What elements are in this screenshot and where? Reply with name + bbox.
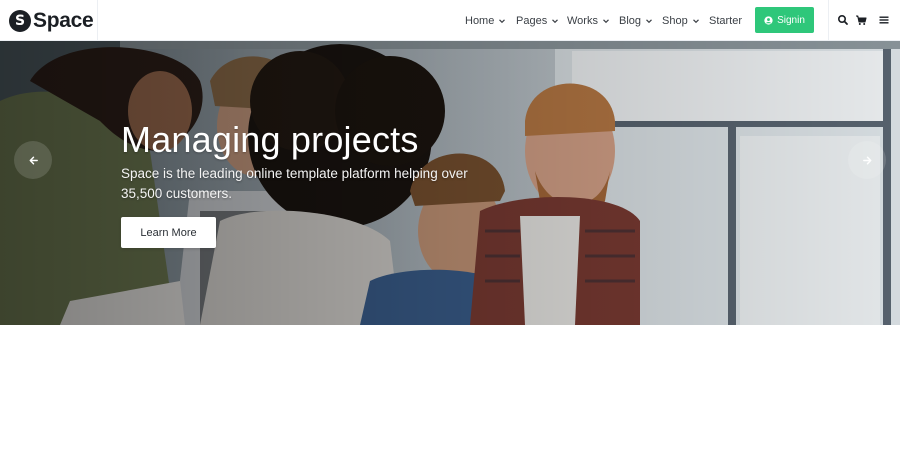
nav-item-pages[interactable]: Pages [516,0,559,41]
logo-text: Space [33,8,94,32]
chevron-down-icon [552,18,559,23]
chevron-down-icon [692,18,699,23]
nav-item-label: Works [567,14,598,27]
user-circle-icon [764,15,773,25]
hero-title: Managing projects [121,119,419,160]
nav-item-starter[interactable]: Starter [709,0,742,41]
arrow-right-icon [862,156,871,164]
nav-item-label: Home [465,14,495,27]
signin-label: Signin [777,14,805,26]
hero-subtitle: Space is the leading online template pla… [121,166,468,201]
site-header: S Space Home Pages Works Blog Shop Start… [0,0,900,41]
signin-button[interactable]: Signin [755,7,814,33]
cart-icon[interactable] [855,14,867,26]
logo-mark: S [9,9,31,32]
menu-icon[interactable] [878,14,890,26]
header-divider [828,0,829,41]
nav-item-works[interactable]: Works [567,0,610,41]
nav-item-home[interactable]: Home [465,0,506,41]
search-icon[interactable] [837,14,849,26]
slider-prev-button[interactable] [14,141,52,179]
nav-item-label: Pages [516,14,548,27]
arrow-left-icon [29,156,38,164]
content-area [0,325,900,450]
chevron-down-icon [603,18,609,23]
nav-item-shop[interactable]: Shop [662,0,700,41]
nav-item-label: Starter [709,14,743,27]
learn-more-button[interactable]: Learn More [121,217,216,248]
slider-next-button[interactable] [848,141,886,179]
chevron-down-icon [646,18,652,23]
brand-logo[interactable]: S Space [0,0,98,41]
hero-slider: Managing projects Space is the leading o… [0,41,900,325]
chevron-down-icon [499,18,506,23]
nav-item-label: Shop [662,14,688,27]
nav-item-label: Blog [619,14,642,27]
nav-item-blog[interactable]: Blog [619,0,653,41]
